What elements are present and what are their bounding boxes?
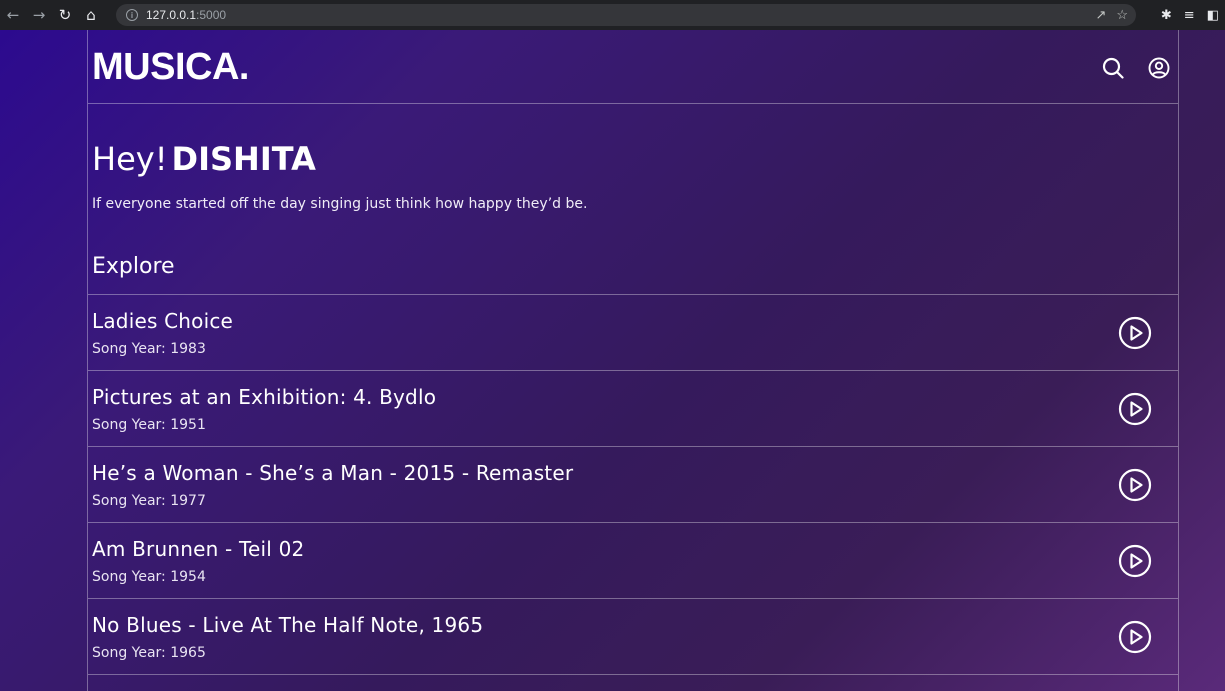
url-host: 127.0.0.1: [146, 8, 197, 22]
play-icon[interactable]: [1118, 316, 1152, 350]
song-year-value: 1983: [170, 340, 206, 357]
home-icon[interactable]: ⌂: [78, 0, 104, 30]
song-year-value: 1954: [170, 568, 206, 585]
url-port: :5000: [196, 8, 227, 22]
reload-icon[interactable]: ↻: [52, 0, 78, 30]
forward-icon[interactable]: →: [26, 0, 52, 30]
search-icon[interactable]: [1102, 57, 1124, 79]
song-year-value: 1977: [170, 492, 206, 509]
address-bar[interactable]: i 127.0.0.1 :5000 ↗ ☆: [116, 4, 1136, 26]
song-title: No Blues - Live At The Half Note, 1965: [92, 612, 484, 637]
song-title: Am Brunnen - Teil 02: [92, 536, 305, 561]
explore-heading: Explore: [92, 254, 175, 279]
share-icon[interactable]: ↗: [1095, 7, 1106, 23]
greeting-hey: Hey!: [92, 140, 168, 178]
back-icon[interactable]: ←: [0, 0, 26, 30]
song-year: Song Year: 1951: [92, 417, 436, 433]
song-year-label: Song Year:: [92, 644, 166, 661]
greeting-tagline: If everyone started off the day singing …: [92, 196, 588, 212]
song-year: Song Year: 1983: [92, 341, 233, 357]
media-control-icon[interactable]: ≡: [1184, 8, 1195, 23]
play-icon[interactable]: [1118, 620, 1152, 654]
song-year-value: 1951: [170, 416, 206, 433]
info-icon[interactable]: i: [126, 9, 138, 21]
song-year-value: 1965: [170, 644, 206, 661]
site-header: MUSICA.: [88, 30, 1178, 104]
song-year: Song Year: 1965: [92, 645, 483, 661]
greeting-heading: Hey! DISHITA: [92, 140, 1174, 178]
song-row[interactable]: Pictures at an Exhibition: 4. Bydlo Song…: [88, 371, 1178, 447]
greeting-section: Hey! DISHITA If everyone started off the…: [88, 104, 1178, 279]
song-list: Ladies Choice Song Year: 1983 Pictures a…: [88, 294, 1178, 675]
song-year-label: Song Year:: [92, 340, 166, 357]
song-year-label: Song Year:: [92, 568, 166, 585]
song-year: Song Year: 1977: [92, 493, 573, 509]
page-background: MUSICA. Hey! DISHITA If everyone started…: [0, 30, 1225, 691]
user-account-icon[interactable]: [1148, 57, 1170, 79]
song-row[interactable]: He’s a Woman - She’s a Man - 2015 - Rema…: [88, 447, 1178, 523]
song-row[interactable]: Am Brunnen - Teil 02 Song Year: 1954: [88, 523, 1178, 599]
play-icon[interactable]: [1118, 544, 1152, 578]
song-title: Pictures at an Exhibition: 4. Bydlo: [92, 384, 437, 409]
bookmark-star-icon[interactable]: ☆: [1116, 7, 1128, 23]
song-row[interactable]: No Blues - Live At The Half Note, 1965 S…: [88, 599, 1178, 675]
browser-toolbar: ← → ↻ ⌂ i 127.0.0.1 :5000 ↗ ☆ ✱ ≡ ◧: [0, 0, 1225, 30]
side-panel-icon[interactable]: ◧: [1207, 8, 1219, 23]
site-logo[interactable]: MUSICA.: [92, 44, 249, 89]
song-year: Song Year: 1954: [92, 569, 304, 585]
song-year-label: Song Year:: [92, 416, 166, 433]
song-title: Ladies Choice: [92, 308, 234, 333]
content-frame: MUSICA. Hey! DISHITA If everyone started…: [87, 30, 1179, 691]
extensions-icon[interactable]: ✱: [1161, 8, 1172, 23]
play-icon[interactable]: [1118, 468, 1152, 502]
user-name: DISHITA: [171, 140, 316, 178]
song-year-label: Song Year:: [92, 492, 166, 509]
play-icon[interactable]: [1118, 392, 1152, 426]
song-title: He’s a Woman - She’s a Man - 2015 - Rema…: [92, 460, 574, 485]
song-row[interactable]: Ladies Choice Song Year: 1983: [88, 295, 1178, 371]
